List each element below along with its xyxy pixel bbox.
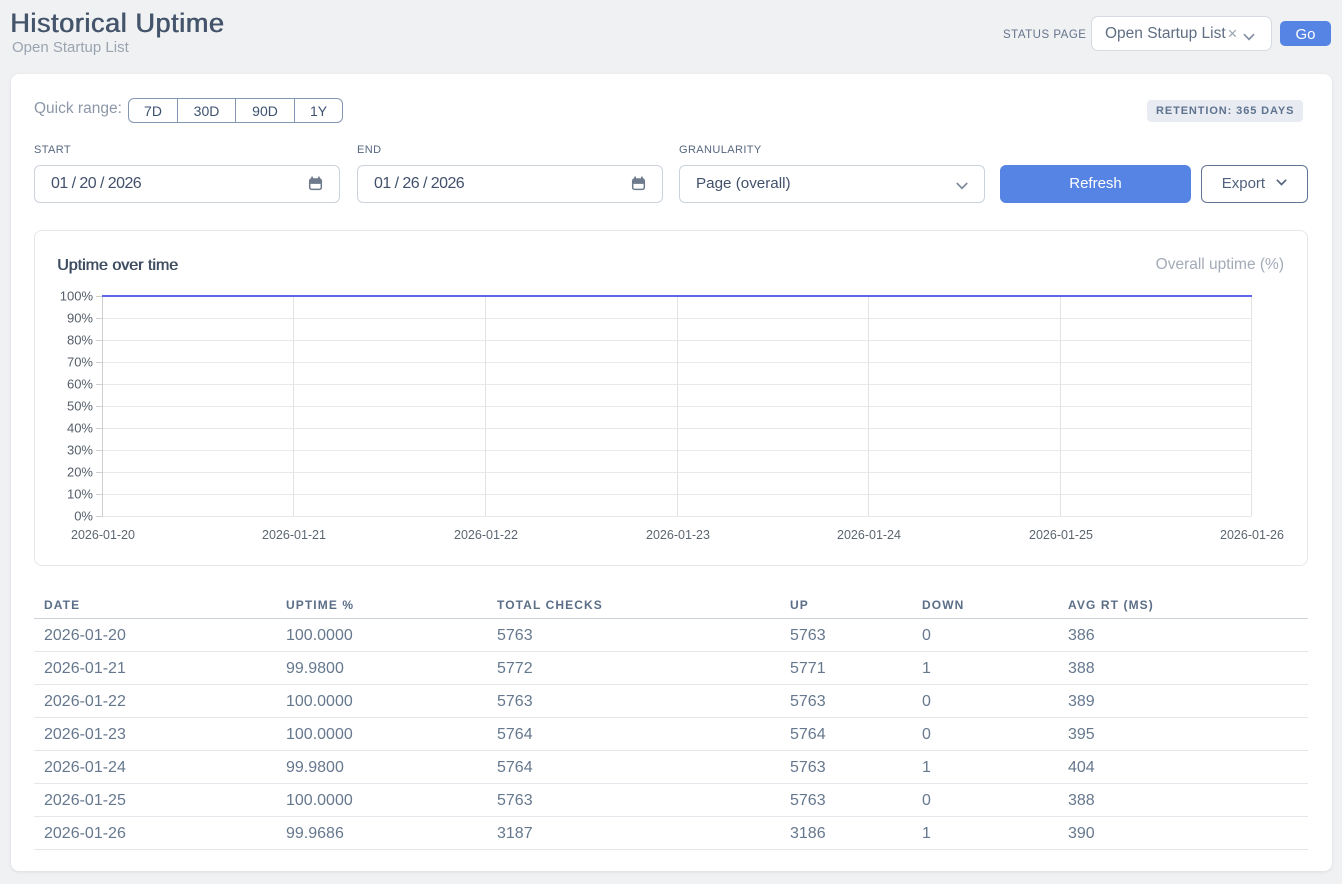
svg-text:40%: 40% [67, 421, 93, 436]
svg-text:2026-01-21: 2026-01-21 [262, 528, 326, 542]
svg-text:70%: 70% [67, 355, 93, 370]
svg-text:2026-01-24: 2026-01-24 [837, 528, 901, 542]
svg-text:80%: 80% [67, 333, 93, 348]
svg-text:0%: 0% [74, 509, 93, 524]
svg-text:2026-01-26: 2026-01-26 [1220, 528, 1284, 542]
svg-text:2026-01-22: 2026-01-22 [454, 528, 518, 542]
svg-text:2026-01-23: 2026-01-23 [646, 528, 710, 542]
svg-text:10%: 10% [67, 487, 93, 502]
svg-text:90%: 90% [67, 311, 93, 326]
svg-text:60%: 60% [67, 377, 93, 392]
svg-text:2026-01-25: 2026-01-25 [1029, 528, 1093, 542]
svg-text:20%: 20% [67, 465, 93, 480]
svg-text:2026-01-20: 2026-01-20 [71, 528, 135, 542]
svg-text:100%: 100% [60, 289, 94, 304]
svg-text:50%: 50% [67, 399, 93, 414]
svg-text:30%: 30% [67, 443, 93, 458]
